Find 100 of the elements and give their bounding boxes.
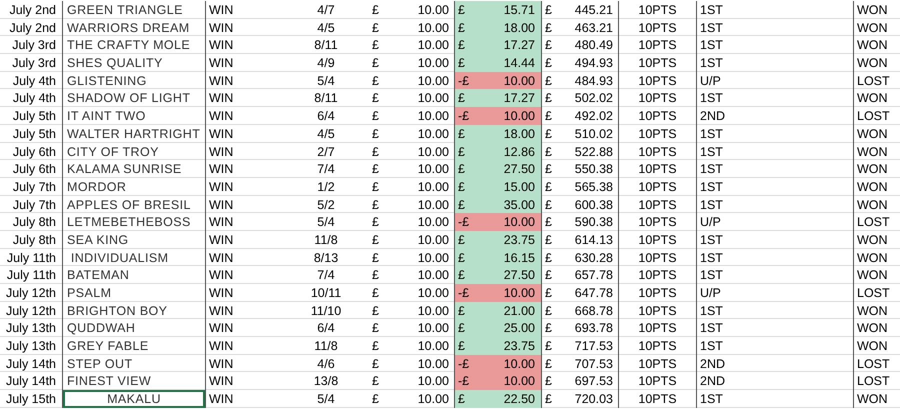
horse-name-cell[interactable]: SHADOW OF LIGHT <box>63 89 205 108</box>
points-text: 10PTS <box>638 144 677 158</box>
horse-name-cell[interactable]: MAKALU <box>63 390 205 408</box>
balance-amount: 445.21 <box>574 3 613 17</box>
horse-name-cell[interactable]: SHES QUALITY <box>63 54 205 72</box>
profit-amount: 10.00 <box>504 286 535 300</box>
date-text: July 11th <box>6 268 56 282</box>
bet-type-text: WIN <box>209 198 234 212</box>
bet-type-text: WIN <box>209 374 234 388</box>
points-text: 10PTS <box>638 232 677 247</box>
horse-name-cell[interactable]: STEP OUT <box>63 354 205 373</box>
currency-text: £ <box>545 3 552 17</box>
horse-name-cell[interactable]: PSALM <box>63 284 205 302</box>
horse-name-cell[interactable]: GLISTENING <box>63 72 205 90</box>
currency-text: -£ <box>458 109 470 124</box>
horse-name-cell[interactable]: BATEMAN <box>63 266 205 284</box>
date-text: July 7th <box>12 180 56 194</box>
currency-text: £ <box>545 321 552 336</box>
balance-amount: 657.78 <box>574 268 613 282</box>
stake-amount: 10.00 <box>418 74 449 88</box>
currency-text: £ <box>545 38 552 52</box>
stake-amount: 10.00 <box>418 374 449 388</box>
points-text: 10PTS <box>638 198 677 212</box>
currency-text: £ <box>545 339 552 354</box>
balance-amount: 630.28 <box>574 250 613 265</box>
stake-amount: 10.00 <box>418 162 449 176</box>
odds-text: 4/9 <box>317 56 335 70</box>
currency-text: £ <box>545 286 552 300</box>
profit-amount: 10.00 <box>504 356 535 371</box>
stake-amount: 10.00 <box>418 232 449 247</box>
balance-amount: 668.78 <box>574 304 613 318</box>
date-text: July 11th <box>6 250 56 265</box>
currency-text: £ <box>458 162 465 176</box>
result-text: WON <box>857 304 888 318</box>
horse-name-cell[interactable]: GREY FABLE <box>63 337 205 356</box>
position-text: 1ST <box>700 232 723 247</box>
currency-text: £ <box>545 198 552 212</box>
horse-name-cell[interactable]: MORDOR <box>63 178 205 196</box>
stake-amount: 10.00 <box>418 144 449 158</box>
points-text: 10PTS <box>638 91 677 106</box>
date-text: July 5th <box>12 109 56 124</box>
currency-text: £ <box>545 374 552 388</box>
horse-name-cell[interactable]: FINEST VIEW <box>63 372 205 390</box>
horse-name-cell[interactable]: QUDDWAH <box>63 319 205 338</box>
position-text: 1ST <box>700 91 723 106</box>
points-text: 10PTS <box>638 3 677 17</box>
odds-text: 6/4 <box>317 321 335 336</box>
date-text: July 12th <box>6 304 56 318</box>
date-text: July 7th <box>12 198 56 212</box>
currency-text: £ <box>372 20 379 35</box>
result-text: WON <box>857 268 888 282</box>
result-text: WON <box>857 20 888 35</box>
odds-text: 10/11 <box>310 286 342 300</box>
horse-name-cell[interactable]: WALTER HARTRIGHT <box>63 124 205 143</box>
result-text: WON <box>857 339 888 354</box>
currency-text: £ <box>545 250 552 265</box>
currency-text: £ <box>458 268 465 282</box>
points-text: 10PTS <box>638 374 677 388</box>
currency-text: £ <box>545 392 552 406</box>
horse-name-cell[interactable]: INDIVIDUALISM <box>63 248 205 267</box>
points-text: 10PTS <box>638 56 677 70</box>
currency-text: -£ <box>458 74 470 88</box>
result-text: WON <box>857 250 888 265</box>
horse-name-cell[interactable]: APPLES OF BRESIL <box>63 196 205 214</box>
bet-type-text: WIN <box>209 74 234 88</box>
horse-name-cell[interactable]: CITY OF TROY <box>63 142 205 160</box>
points-text: 10PTS <box>638 321 677 336</box>
points-text: 10PTS <box>638 74 677 88</box>
currency-text: £ <box>372 339 379 354</box>
points-text: 10PTS <box>638 268 677 282</box>
balance-amount: 565.38 <box>574 180 613 194</box>
horse-name-cell[interactable]: KALAMA SUNRISE <box>63 160 205 178</box>
horse-name-cell[interactable]: LETMEBETHEBOSS <box>63 213 205 232</box>
profit-amount: 27.50 <box>504 268 535 282</box>
horse-name-cell[interactable]: SEA KING <box>63 230 205 249</box>
stake-amount: 10.00 <box>418 356 449 371</box>
odds-text: 6/4 <box>317 109 335 124</box>
result-text: WON <box>857 38 888 52</box>
bet-type-text: WIN <box>209 109 234 124</box>
stake-amount: 10.00 <box>418 392 449 406</box>
bet-type-text: WIN <box>209 20 234 35</box>
horse-name-cell[interactable]: IT AINT TWO <box>63 107 205 126</box>
position-text: 2ND <box>700 374 726 388</box>
odds-text: 11/10 <box>310 304 342 318</box>
result-text: WON <box>857 56 888 70</box>
profit-amount: 23.75 <box>504 232 535 247</box>
currency-text: £ <box>545 180 552 194</box>
stake-amount: 10.00 <box>418 268 449 282</box>
points-text: 10PTS <box>638 250 677 265</box>
date-text: July 8th <box>12 232 56 247</box>
currency-text: £ <box>372 321 379 336</box>
profit-amount: 10.00 <box>504 374 535 388</box>
bet-type-text: WIN <box>209 232 234 247</box>
currency-text: £ <box>372 162 379 176</box>
result-text: WON <box>857 162 888 176</box>
horse-name-cell[interactable]: THE CRAFTY MOLE <box>63 36 205 54</box>
horse-name-cell[interactable]: BRIGHTON BOY <box>63 302 205 320</box>
horse-name-cell[interactable]: GREEN TRIANGLE <box>63 1 205 19</box>
currency-text: £ <box>458 304 465 318</box>
horse-name-cell[interactable]: WARRIORS DREAM <box>63 18 205 37</box>
